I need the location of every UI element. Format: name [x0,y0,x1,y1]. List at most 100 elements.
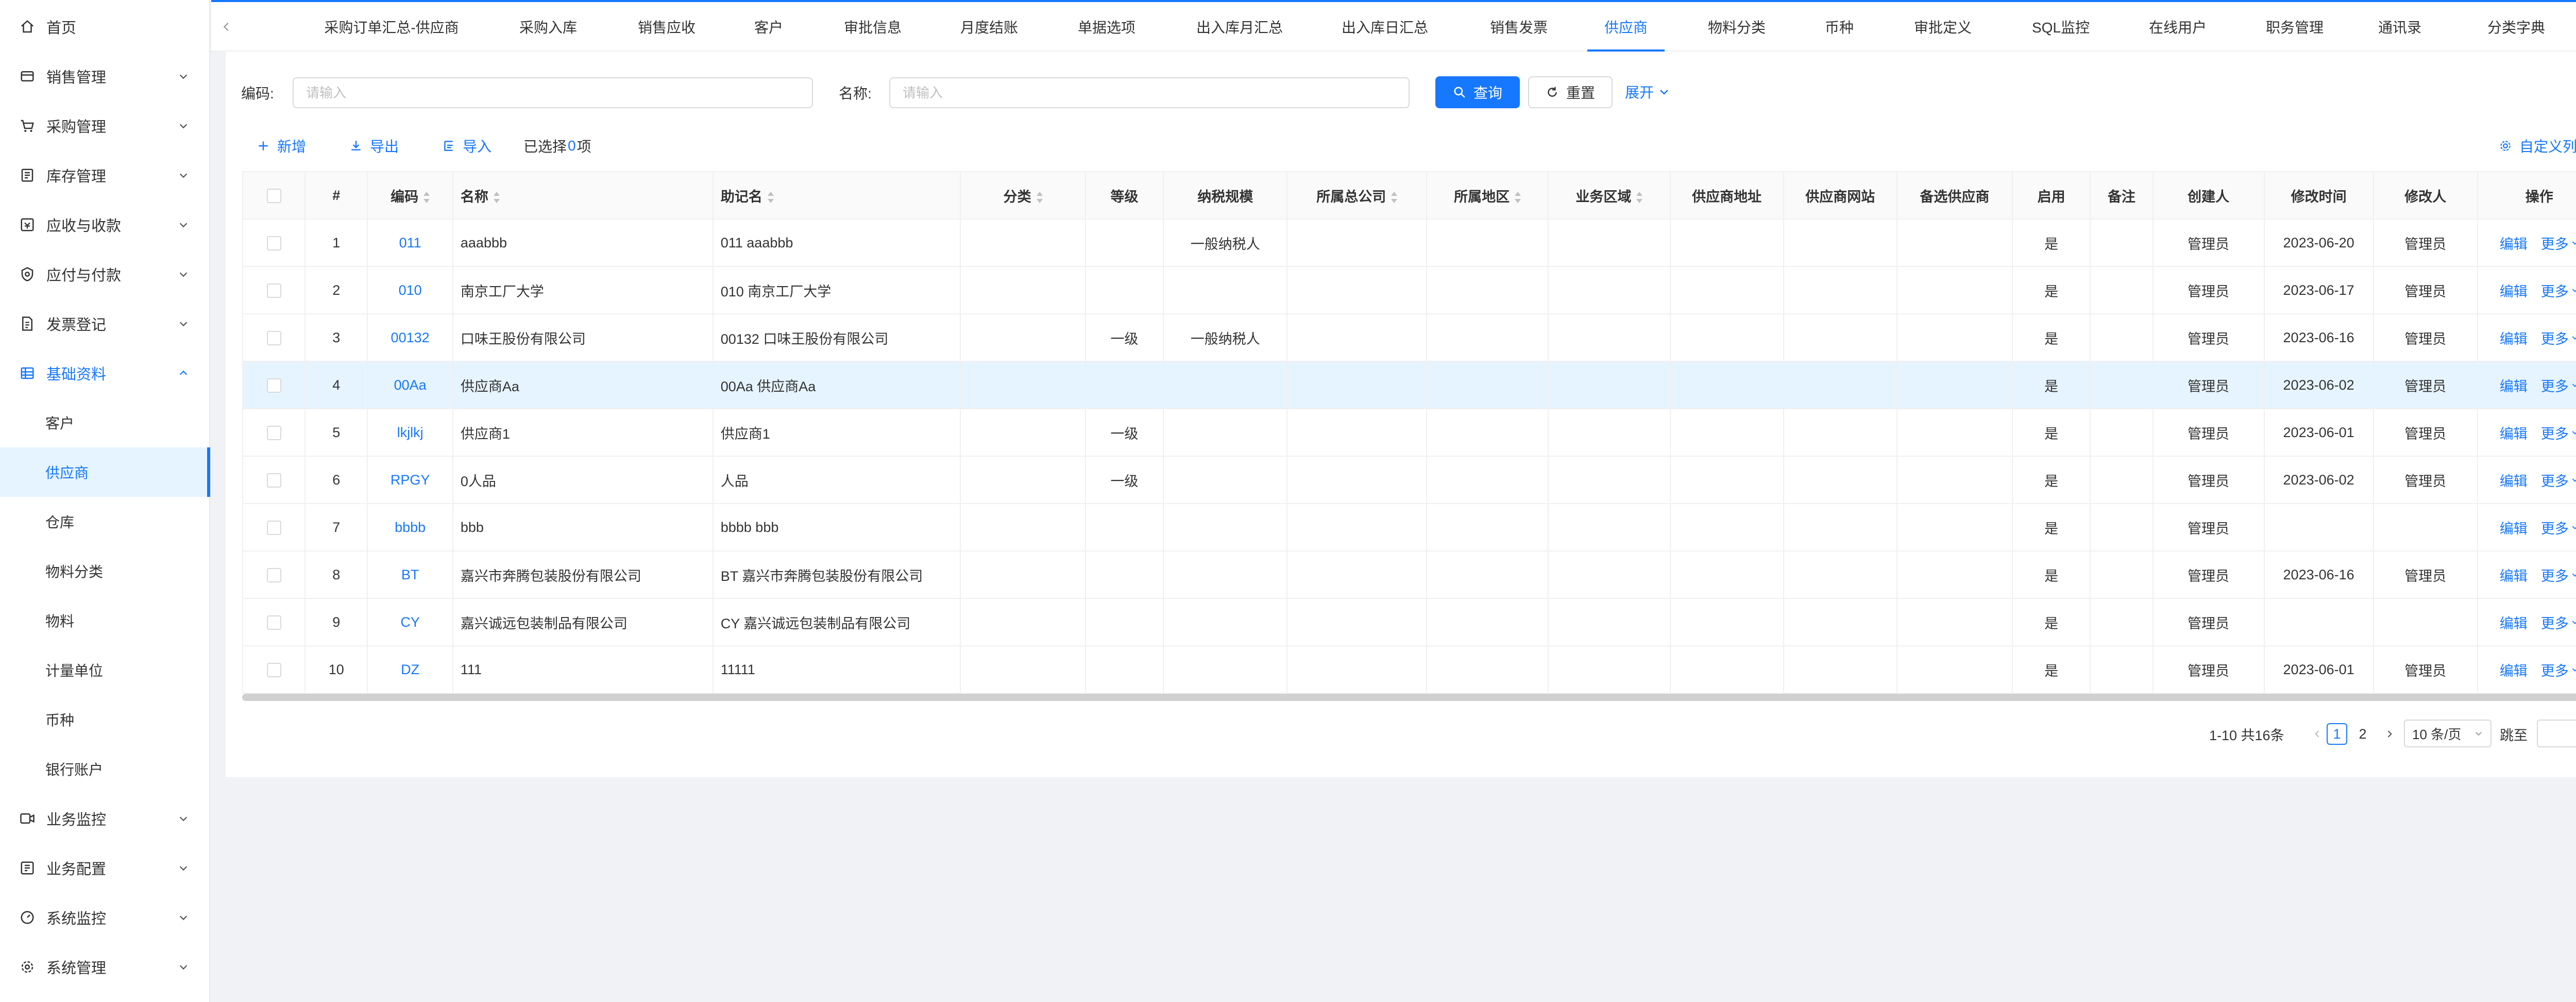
column-header-3[interactable]: 助记名 [712,171,961,220]
page-size-select[interactable]: 10 条/页 [2404,720,2492,747]
tab-17[interactable]: 通讯录 [2361,2,2438,52]
more-dropdown[interactable]: 更多 [2541,280,2576,300]
sort-icon[interactable] [1515,192,1521,204]
sidebar-menu-home[interactable]: 首页 [0,2,210,52]
more-dropdown[interactable]: 更多 [2541,565,2576,585]
table-row[interactable]: 10 DZ 111 11111 是管理员 2023-06-01 管理员 编辑 更多 [242,645,2576,694]
sidebar-menu-dashboard[interactable]: 系统监控 [0,893,210,942]
sidebar-menu-sales[interactable]: 销售管理 [0,52,210,101]
more-dropdown[interactable]: 更多 [2541,233,2576,253]
row-checkbox[interactable] [266,521,281,536]
tab-scroll-left-icon[interactable] [211,2,242,52]
next-page-icon[interactable] [2377,722,2402,746]
sort-icon[interactable] [1391,192,1398,204]
sidebar-subitem-0[interactable]: 客户 [0,398,210,447]
table-row[interactable]: 4 00Aa 供应商Aa 00Aa 供应商Aa 是 管理员 2023-06-02 管理员 编辑更… [242,361,2576,409]
sidebar-subitem-4[interactable]: 物料 [0,596,210,645]
import-button[interactable]: 导入 [442,133,492,159]
tab-2[interactable]: 销售应收 [628,2,705,52]
row-checkbox[interactable] [266,378,281,393]
more-dropdown[interactable]: 更多 [2541,660,2576,680]
expand-link[interactable]: 展开 [1625,81,1670,102]
code-input[interactable] [293,77,813,108]
tab-5[interactable]: 月度结账 [951,2,1028,52]
tab-3[interactable]: 客户 [730,2,807,52]
tab-12[interactable]: 币种 [1801,2,1878,52]
more-dropdown[interactable]: 更多 [2541,517,2576,538]
sidebar-subitem-5[interactable]: 计量单位 [0,645,210,695]
code-link[interactable]: 00Aa [394,377,427,393]
page-2-button[interactable]: 2 [2350,722,2375,746]
sidebar-subitem-3[interactable]: 物料分类 [0,546,210,596]
table-row[interactable]: 1 011 aaabbb 011 aaabbb 一般纳税人 是 管理员 2023-06-20 管… [242,219,2576,267]
export-button[interactable]: 导出 [349,133,399,159]
code-link[interactable]: bbbb [395,520,426,535]
code-link[interactable]: 00132 [391,330,430,345]
tab-7[interactable]: 出入库月汇总 [1188,2,1291,52]
code-link[interactable]: 011 [399,235,421,250]
column-header-2[interactable]: 名称 [452,171,714,220]
tab-16[interactable]: 职务管理 [2256,2,2333,52]
page-1-button[interactable]: 1 [2327,723,2347,745]
sidebar-menu-receivable[interactable]: 应收与收款 [0,200,210,249]
code-link[interactable]: 010 [399,282,422,298]
row-checkbox[interactable] [266,663,281,678]
edit-link[interactable]: 编辑 [2500,233,2528,253]
sort-icon[interactable] [493,192,500,204]
tab-18[interactable]: 分类字典 [2478,2,2555,52]
table-row[interactable]: 6 RPGY 0人品 人品 一级 是 管理员 2023-06-02 管理员 编辑 更多 [242,456,2576,504]
more-dropdown[interactable]: 更多 [2541,612,2576,632]
column-header-1[interactable]: 编码 [367,171,453,220]
sidebar-menu-settings[interactable]: 系统管理 [0,942,210,992]
tab-13[interactable]: 审批定义 [1904,2,1981,52]
row-checkbox[interactable] [266,426,281,441]
table-row[interactable]: 9 CY 嘉兴诚远包装制品有限公司 CY 嘉兴诚远包装制品有限公司 是 管理员 编辑 更多 [242,598,2576,646]
row-checkbox[interactable] [266,331,281,346]
add-button[interactable]: 新增 [257,133,306,159]
edit-link[interactable]: 编辑 [2500,328,2528,348]
tab-15[interactable]: 在线用户 [2139,2,2216,52]
more-dropdown[interactable]: 更多 [2541,375,2576,395]
row-checkbox[interactable] [266,473,281,488]
table-row[interactable]: 7 bbbb bbb bbbb bbb 是管理员 编辑 更多 [242,503,2576,552]
horizontal-scrollbar[interactable] [242,694,2576,701]
more-dropdown[interactable]: 更多 [2541,328,2576,348]
tab-6[interactable]: 单据选项 [1068,2,1145,52]
sort-icon[interactable] [767,192,774,204]
edit-link[interactable]: 编辑 [2500,517,2528,538]
tab-9[interactable]: 销售发票 [1480,2,1557,52]
row-checkbox[interactable] [266,615,281,630]
code-link[interactable]: RPGY [391,472,430,488]
sidebar-menu-invoice[interactable]: 发票登记 [0,299,210,348]
edit-link[interactable]: 编辑 [2500,280,2528,300]
tab-11[interactable]: 物料分类 [1698,2,1775,52]
code-link[interactable]: BT [401,567,419,582]
edit-link[interactable]: 编辑 [2500,470,2528,490]
sidebar-menu-monitor[interactable]: 业务监控 [0,794,210,843]
table-row[interactable]: 5 lkjlkj 供应商1 供应商1 一级 是 管理员 2023-06-01 管理员 编辑 更多 [242,408,2576,457]
select-all-checkbox[interactable] [266,189,281,204]
custom-columns-button[interactable]: 自定义列 [2499,133,2576,159]
edit-link[interactable]: 编辑 [2500,660,2528,680]
query-button[interactable]: 查询 [1435,76,1520,108]
sidebar-subitem-6[interactable]: 币种 [0,695,210,744]
sidebar-menu-inventory[interactable]: 库存管理 [0,151,210,200]
row-checkbox[interactable] [266,568,281,583]
tab-10[interactable]: 供应商 [1587,2,1665,52]
code-link[interactable]: lkjlkj [397,425,423,440]
edit-link[interactable]: 编辑 [2500,565,2528,585]
tab-4[interactable]: 审批信息 [834,2,911,52]
sidebar-subitem-2[interactable]: 仓库 [0,497,210,546]
row-checkbox[interactable] [266,236,281,251]
tab-14[interactable]: SQL监控 [2022,2,2099,52]
sort-icon[interactable] [423,192,430,204]
sidebar-menu-config[interactable]: 业务配置 [0,843,210,893]
table-row[interactable]: 8 BT 嘉兴市奔腾包装股份有限公司 BT 嘉兴市奔腾包装股份有限公司 是 管理员 2023… [242,550,2576,599]
table-row[interactable]: 3 00132 口味王股份有限公司 00132 口味王股份有限公司 一级 一般纳税人 是 管理… [242,313,2576,362]
name-input[interactable] [889,77,1410,108]
sort-icon[interactable] [1036,192,1043,204]
column-header-8[interactable]: 所属地区 [1426,171,1549,220]
edit-link[interactable]: 编辑 [2500,375,2528,395]
jump-page-input[interactable] [2537,720,2576,747]
reset-button[interactable]: 重置 [1528,76,1613,108]
